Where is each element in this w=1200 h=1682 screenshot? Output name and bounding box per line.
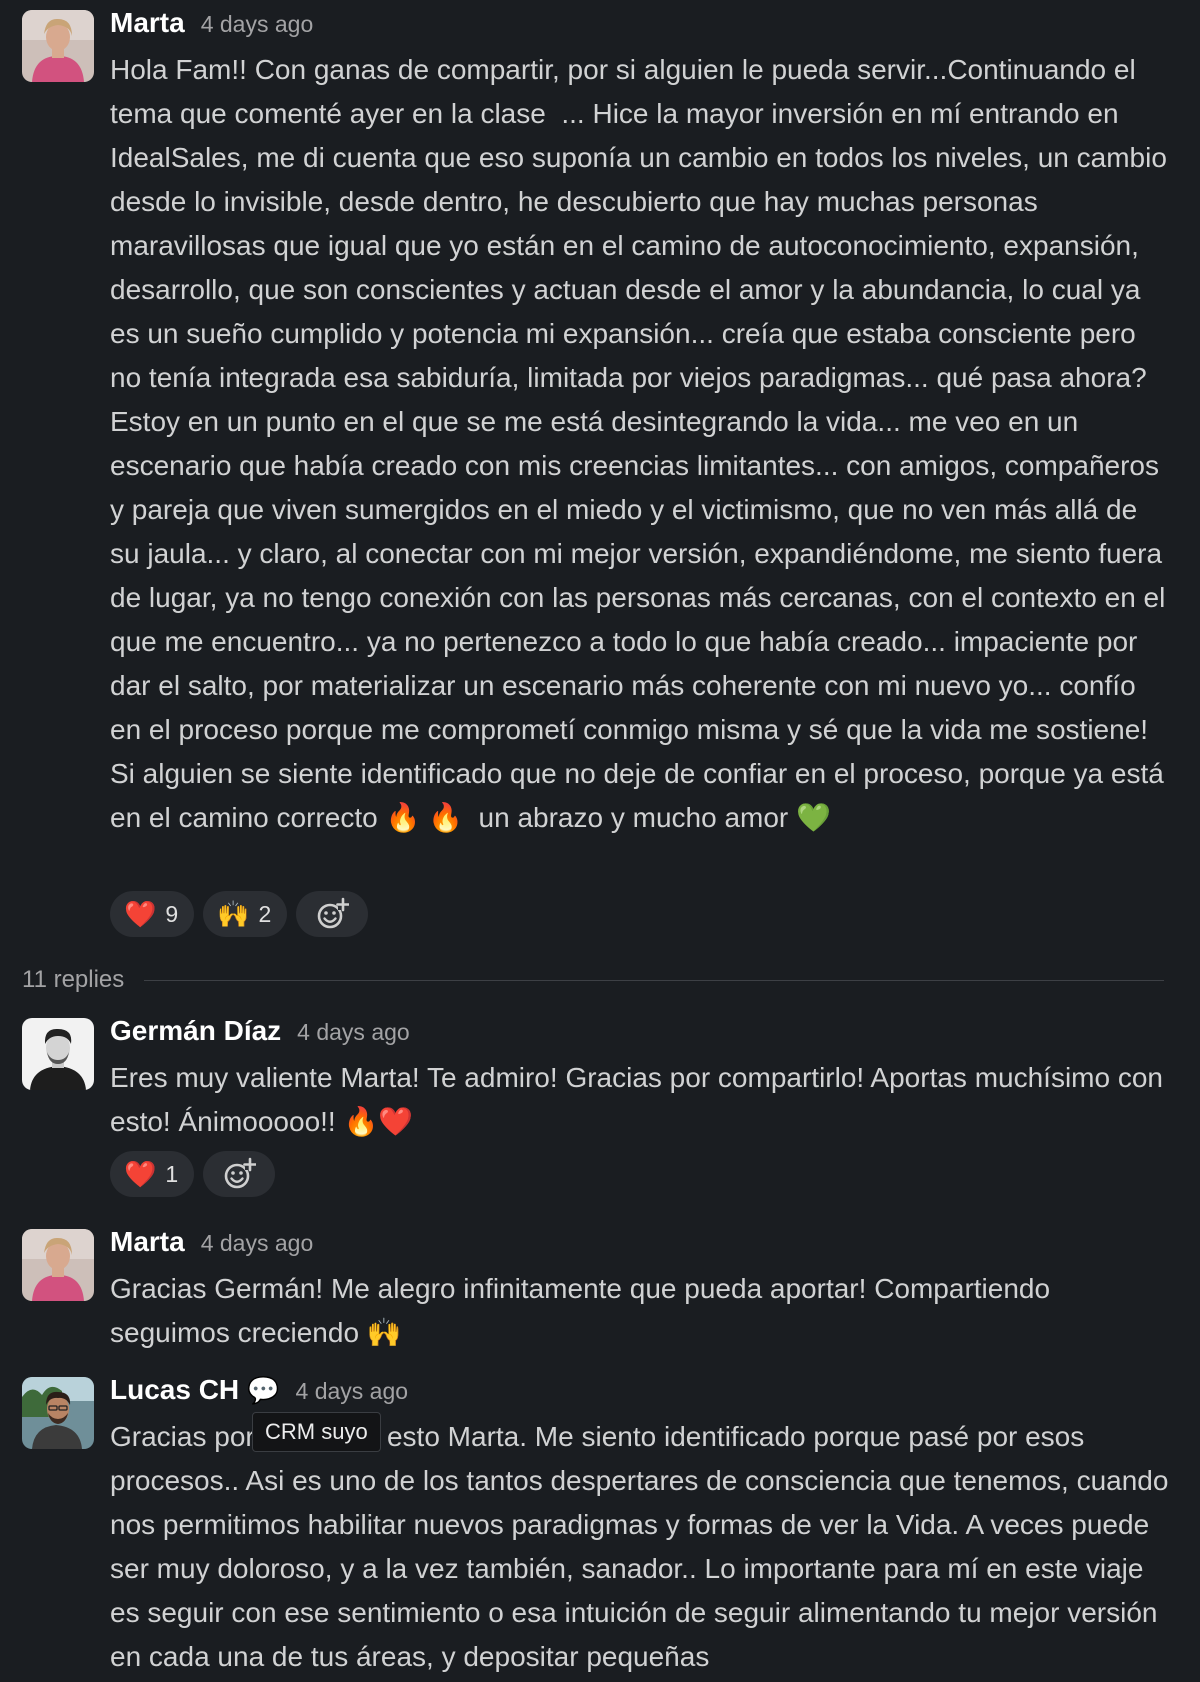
timestamp[interactable]: 4 days ago	[297, 1019, 410, 1046]
timestamp[interactable]: 4 days ago	[201, 11, 314, 38]
avatar-marta-image	[22, 1229, 94, 1301]
heart-emoji-icon: ❤️	[124, 1158, 157, 1189]
divider-line	[144, 979, 1164, 981]
avatar-marta-image	[22, 10, 94, 82]
avatar[interactable]	[22, 10, 94, 82]
avatar[interactable]	[22, 1018, 94, 1090]
message-text: Gracias por compartir esto Marta. Me sie…	[110, 1421, 1177, 1672]
add-reaction-button[interactable]	[296, 891, 369, 937]
author-name[interactable]: Marta	[110, 7, 185, 39]
avatar[interactable]	[22, 1229, 94, 1301]
author-name[interactable]: Lucas CH	[110, 1374, 239, 1406]
message-text: Hola Fam!! Con ganas de compartir, por s…	[110, 54, 1167, 833]
status-tooltip: CRM suyo	[252, 1412, 381, 1452]
replies-count: 11 replies	[22, 966, 125, 993]
add-reaction-button[interactable]	[203, 1151, 276, 1197]
avatar-lucas-image	[22, 1377, 94, 1449]
heart-emoji-icon: ❤️	[124, 898, 157, 929]
replies-divider: 11 replies	[22, 962, 1164, 998]
author-name[interactable]: Germán Díaz	[110, 1015, 281, 1047]
add-reaction-icon	[224, 1157, 257, 1189]
message-text: Eres muy valiente Marta! Te admiro! Grac…	[110, 1062, 1171, 1137]
reaction-bar: ❤️ 9 🙌 2	[110, 891, 369, 937]
reaction-bar: ❤️ 1	[110, 1151, 276, 1197]
reaction-heart[interactable]: ❤️ 1	[110, 1151, 195, 1197]
reaction-count: 2	[258, 900, 272, 927]
timestamp[interactable]: 4 days ago	[201, 1230, 314, 1257]
reaction-heart[interactable]: ❤️ 9	[110, 891, 195, 937]
raised-hands-emoji-icon: 🙌	[217, 898, 250, 929]
avatar-german-image	[22, 1018, 94, 1090]
avatar[interactable]	[22, 1377, 94, 1449]
speech-bubble-status-icon[interactable]: 💬	[247, 1375, 279, 1406]
add-reaction-icon	[318, 897, 350, 929]
reaction-count: 1	[165, 1160, 179, 1187]
author-name[interactable]: Marta	[110, 1226, 185, 1258]
reaction-count: 9	[165, 900, 179, 927]
message-text: Gracias Germán! Me alegro infinitamente …	[110, 1273, 1058, 1348]
reaction-raised-hands[interactable]: 🙌 2	[203, 891, 288, 937]
timestamp[interactable]: 4 days ago	[296, 1378, 409, 1405]
